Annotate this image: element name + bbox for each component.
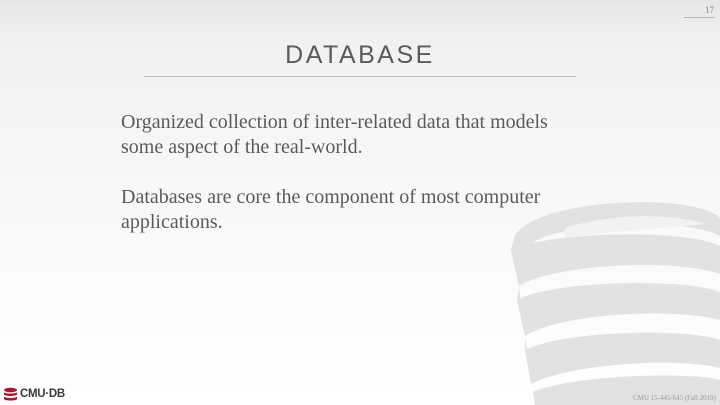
cmu-db-logo: CMU·DB: [3, 386, 65, 402]
logo-text: CMU·DB: [20, 388, 65, 400]
paragraph-definition: Organized collection of inter-related da…: [121, 111, 548, 158]
course-footer: CMU 15-445/645 (Fall 2019): [632, 394, 716, 402]
slide-title: DATABASE: [285, 41, 435, 69]
slide-number: 17: [684, 5, 714, 18]
paragraph-importance: Databases are core the component of most…: [121, 186, 541, 233]
title-divider: [144, 76, 576, 77]
slide: 17 DATABASE Organized collection of inte…: [0, 0, 720, 405]
slide-body: Organized collection of inter-related da…: [121, 110, 581, 260]
cmu-db-logo-icon: [4, 387, 17, 401]
